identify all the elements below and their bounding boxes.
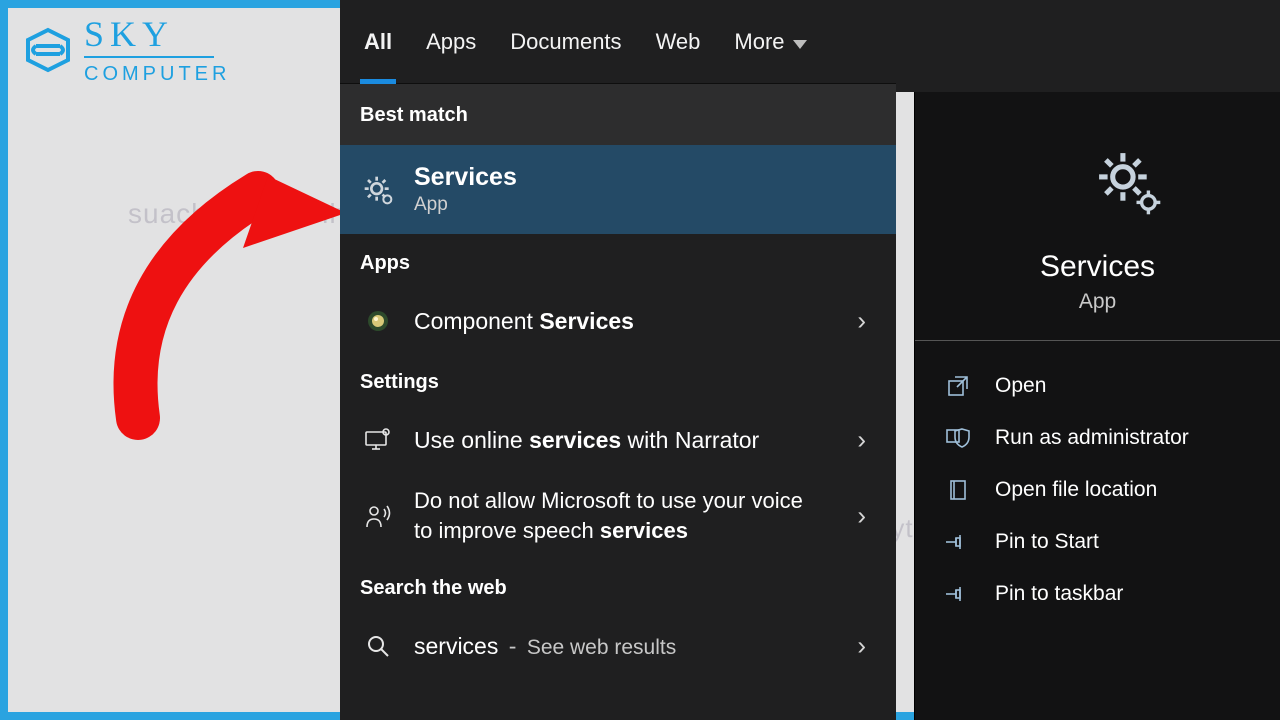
tab-documents[interactable]: Documents: [510, 0, 621, 84]
result-speech-services[interactable]: Do not allow Microsoft to use your voice…: [340, 472, 896, 559]
top-bar-extension: [896, 0, 1280, 92]
action-run-admin[interactable]: Run as administrator: [935, 423, 1260, 453]
chevron-right-icon: ›: [857, 425, 866, 456]
chevron-right-icon: ›: [857, 500, 866, 531]
gear-icon: [1094, 148, 1162, 216]
action-label: Pin to Start: [995, 530, 1099, 554]
tab-label: Web: [656, 29, 701, 55]
result-narrator-services[interactable]: Use online services with Narrator ›: [340, 408, 896, 472]
tab-label: Documents: [510, 29, 621, 55]
result-services[interactable]: Services App: [340, 145, 896, 234]
action-label: Pin to taskbar: [995, 582, 1123, 606]
sky-computer-logo: SKY COMPUTER: [22, 16, 230, 84]
detail-title: Services: [1040, 250, 1155, 284]
result-detail-pane: Services App Open Run as administrator: [914, 92, 1280, 720]
windows-search-panel: All Apps Documents Web More Best match S…: [340, 0, 896, 720]
red-arrow-annotation: [108, 158, 368, 443]
result-component-services[interactable]: Component Services ›: [340, 289, 896, 353]
chevron-right-icon: ›: [857, 306, 866, 337]
result-title: Do not allow Microsoft to use your voice…: [414, 486, 814, 545]
gear-icon: [360, 172, 396, 208]
result-web-search[interactable]: services - See web results ›: [340, 614, 896, 678]
result-type: App: [414, 194, 876, 216]
person-voice-icon: [360, 498, 396, 534]
logo-computer-text: COMPUTER: [84, 64, 230, 84]
tab-more[interactable]: More: [734, 0, 806, 84]
action-pin-start[interactable]: Pin to Start: [935, 527, 1260, 557]
tab-label: Apps: [426, 29, 476, 55]
action-open-location[interactable]: Open file location: [935, 475, 1260, 505]
action-label: Open file location: [995, 478, 1157, 502]
search-filter-tabs: All Apps Documents Web More: [340, 0, 896, 84]
logo-divider: [84, 56, 214, 58]
result-title: services - See web results: [414, 633, 876, 660]
shield-icon: [943, 426, 973, 450]
action-label: Run as administrator: [995, 426, 1189, 450]
search-icon: [360, 628, 396, 664]
action-pin-taskbar[interactable]: Pin to taskbar: [935, 579, 1260, 609]
result-title: Use online services with Narrator: [414, 427, 876, 454]
result-title: Services: [414, 163, 876, 192]
open-icon: [943, 374, 973, 398]
section-settings: Settings: [340, 353, 896, 408]
tab-label: All: [364, 29, 392, 55]
pin-icon: [943, 530, 973, 554]
action-label: Open: [995, 374, 1046, 398]
monitor-gear-icon: [360, 422, 396, 458]
section-best-match: Best match: [340, 84, 896, 145]
component-services-icon: [360, 303, 396, 339]
section-apps: Apps: [340, 234, 896, 289]
logo-s-icon: [22, 24, 74, 76]
result-title: Component Services: [414, 308, 876, 335]
tab-web[interactable]: Web: [656, 0, 701, 84]
tab-label: More: [734, 29, 784, 55]
pin-icon: [943, 582, 973, 606]
tab-all[interactable]: All: [364, 0, 392, 84]
detail-type: App: [1079, 290, 1116, 314]
section-search-web: Search the web: [340, 559, 896, 614]
tab-apps[interactable]: Apps: [426, 0, 476, 84]
chevron-right-icon: ›: [857, 631, 866, 662]
logo-sky-text: SKY: [84, 16, 230, 52]
chevron-down-icon: [793, 29, 807, 55]
folder-icon: [943, 478, 973, 502]
action-open[interactable]: Open: [935, 371, 1260, 401]
